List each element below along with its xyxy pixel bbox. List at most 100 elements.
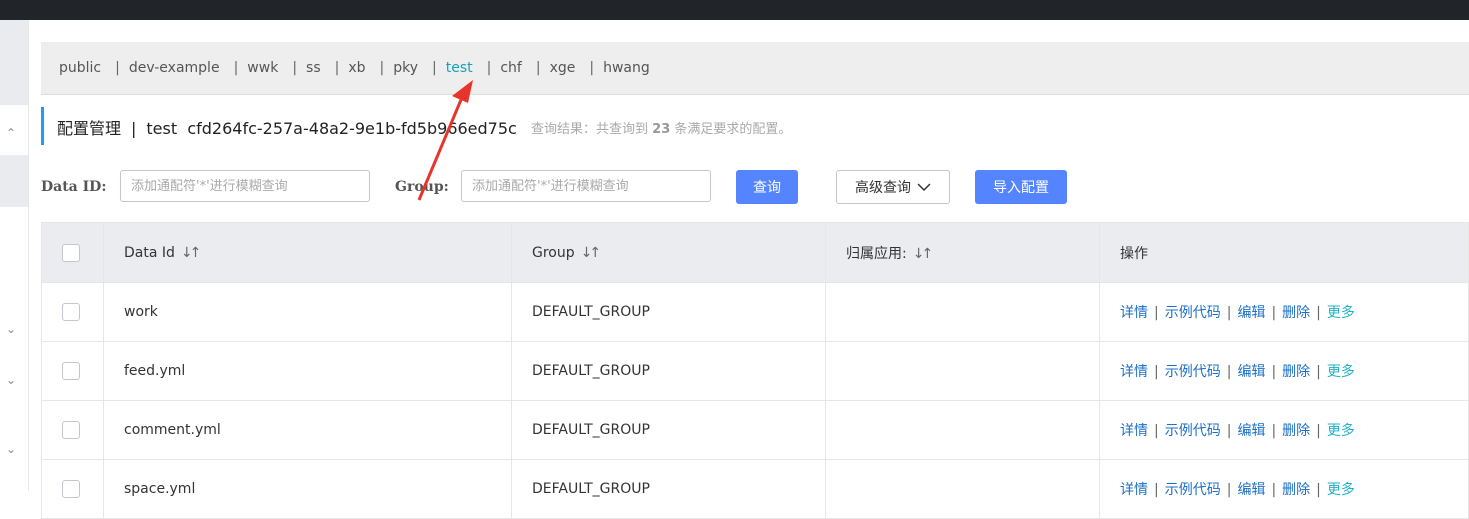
more-link[interactable]: 更多	[1327, 482, 1355, 498]
data-id-cell: comment.yml	[103, 400, 512, 460]
top-bar	[0, 0, 1469, 20]
namespace-tab-hwang[interactable]: hwang	[603, 60, 650, 76]
edit-link[interactable]: 编辑	[1237, 423, 1265, 439]
header-group[interactable]: Group ↓↑	[511, 222, 826, 283]
ops-cell: 详情 | 示例代码 | 编辑 | 删除 | 更多	[1099, 282, 1469, 342]
row-checkbox[interactable]	[62, 480, 80, 498]
detail-link[interactable]: 详情	[1120, 305, 1148, 321]
edit-link[interactable]: 编辑	[1237, 482, 1265, 498]
row-checkbox[interactable]	[62, 421, 80, 439]
app-cell	[825, 282, 1100, 342]
delete-link[interactable]: 删除	[1282, 305, 1310, 321]
chevron-down-icon	[917, 183, 931, 192]
header-data-id[interactable]: Data Id ↓↑	[103, 222, 512, 283]
namespace-tab-xb[interactable]: xb	[348, 60, 365, 76]
namespace-tab-xge[interactable]: xge	[550, 60, 576, 76]
header-data-id-label: Data Id	[124, 244, 175, 261]
namespace-tab-test[interactable]: test	[446, 60, 473, 76]
edit-link[interactable]: 编辑	[1237, 364, 1265, 380]
sidebar: ⌃ ⌄ ⌄ ⌄	[0, 20, 29, 491]
select-all-checkbox[interactable]	[62, 243, 80, 262]
ops-cell: 详情 | 示例代码 | 编辑 | 删除 | 更多	[1099, 459, 1469, 519]
group-cell: DEFAULT_GROUP	[511, 341, 826, 401]
chevron-down-icon[interactable]: ⌄	[6, 373, 16, 387]
header-app[interactable]: 归属应用: ↓↑	[825, 222, 1100, 283]
page-title: 配置管理 | test cfd264fc-257a-48a2-9e1b-fd5b96…	[57, 115, 517, 139]
search-form: Data ID: Group: 查询 高级查询 导入配置	[41, 170, 1141, 205]
sidebar-block	[0, 20, 28, 105]
sample-code-link[interactable]: 示例代码	[1165, 305, 1221, 321]
sort-icon[interactable]: ↓↑	[913, 246, 934, 262]
detail-link[interactable]: 详情	[1120, 482, 1148, 498]
data-id-cell: feed.yml	[103, 341, 512, 401]
result-summary: 查询结果：共查询到 23 条满足要求的配置。	[531, 118, 791, 137]
advanced-query-label: 高级查询	[855, 179, 911, 195]
row-checkbox[interactable]	[62, 362, 80, 380]
ops-separator: |	[1226, 364, 1232, 380]
query-button[interactable]: 查询	[736, 170, 798, 204]
result-count: 23	[652, 122, 671, 137]
edit-link[interactable]: 编辑	[1237, 305, 1265, 321]
app-cell	[825, 341, 1100, 401]
namespace-separator: |	[233, 60, 239, 76]
sample-code-link[interactable]: 示例代码	[1165, 482, 1221, 498]
namespace-tab-public[interactable]: public	[59, 60, 101, 76]
row-select-cell	[41, 400, 104, 460]
table-header-row: Data Id ↓↑ Group ↓↑ 归属应用: ↓↑ 操作	[41, 222, 1469, 283]
more-link[interactable]: 更多	[1327, 423, 1355, 439]
table-row: space.yml DEFAULT_GROUP 详情 | 示例代码 | 编辑 | 删除 | 更多	[41, 459, 1469, 519]
group-cell: DEFAULT_GROUP	[511, 459, 826, 519]
ops-separator: |	[1226, 423, 1232, 439]
namespace-id: cfd264fc-257a-48a2-9e1b-fd5b966ed75c	[187, 119, 517, 138]
ops-separator: |	[1316, 364, 1321, 380]
namespace-tab-ss[interactable]: ss	[306, 60, 321, 76]
table-row: feed.yml DEFAULT_GROUP 详情 | 示例代码 | 编辑 | 删除 | 更多	[41, 341, 1469, 401]
delete-link[interactable]: 删除	[1282, 482, 1310, 498]
group-cell: DEFAULT_GROUP	[511, 400, 826, 460]
namespace-separator: |	[432, 60, 437, 76]
detail-link[interactable]: 详情	[1120, 364, 1148, 380]
ops-separator: |	[1226, 305, 1232, 321]
select-all-cell	[41, 222, 104, 283]
ops-separator: |	[1271, 305, 1277, 321]
table-row: comment.yml DEFAULT_GROUP 详情 | 示例代码 | 编辑 | 删除 | 更多	[41, 400, 1469, 460]
more-link[interactable]: 更多	[1327, 305, 1355, 321]
title-separator: |	[131, 119, 137, 138]
namespace-tab-chf[interactable]: chf	[500, 60, 522, 76]
sample-code-link[interactable]: 示例代码	[1165, 364, 1221, 380]
sort-icon[interactable]: ↓↑	[181, 245, 202, 261]
detail-link[interactable]: 详情	[1120, 423, 1148, 439]
delete-link[interactable]: 删除	[1282, 423, 1310, 439]
namespace-name: test	[146, 119, 178, 138]
namespace-list: public | dev-example | wwk | ss | xb | pky | test | ch…	[59, 42, 650, 94]
ops-cell: 详情 | 示例代码 | 编辑 | 删除 | 更多	[1099, 400, 1469, 460]
chevron-down-icon[interactable]: ⌄	[6, 322, 16, 336]
chevron-up-icon[interactable]: ⌃	[6, 126, 16, 140]
row-select-cell	[41, 459, 104, 519]
delete-link[interactable]: 删除	[1282, 364, 1310, 380]
chevron-down-icon[interactable]: ⌄	[6, 442, 16, 456]
namespace-tab-dev-example[interactable]: dev-example	[129, 60, 220, 76]
sort-icon[interactable]: ↓↑	[581, 245, 602, 261]
row-checkbox[interactable]	[62, 303, 80, 321]
import-config-button[interactable]: 导入配置	[975, 170, 1067, 204]
sidebar-active-block	[0, 155, 28, 207]
namespace-tab-pky[interactable]: pky	[393, 60, 418, 76]
group-input[interactable]	[461, 170, 711, 202]
data-id-cell: work	[103, 282, 512, 342]
data-id-input[interactable]	[120, 170, 370, 202]
advanced-query-button[interactable]: 高级查询	[836, 170, 950, 204]
header-ops: 操作	[1099, 222, 1469, 283]
app-cell	[825, 400, 1100, 460]
ops-separator: |	[1316, 305, 1321, 321]
page-header: 配置管理 | test cfd264fc-257a-48a2-9e1b-fd5b96…	[41, 107, 791, 145]
sample-code-link[interactable]: 示例代码	[1165, 423, 1221, 439]
table-row: work DEFAULT_GROUP 详情 | 示例代码 | 编辑 | 删除 | 更多	[41, 282, 1469, 342]
namespace-tab-wwk[interactable]: wwk	[247, 60, 278, 76]
ops-separator: |	[1271, 482, 1277, 498]
header-app-label: 归属应用:	[846, 245, 907, 262]
result-suffix: 条满足要求的配置。	[674, 122, 792, 137]
row-select-cell	[41, 341, 104, 401]
more-link[interactable]: 更多	[1327, 364, 1355, 380]
data-id-cell: space.yml	[103, 459, 512, 519]
